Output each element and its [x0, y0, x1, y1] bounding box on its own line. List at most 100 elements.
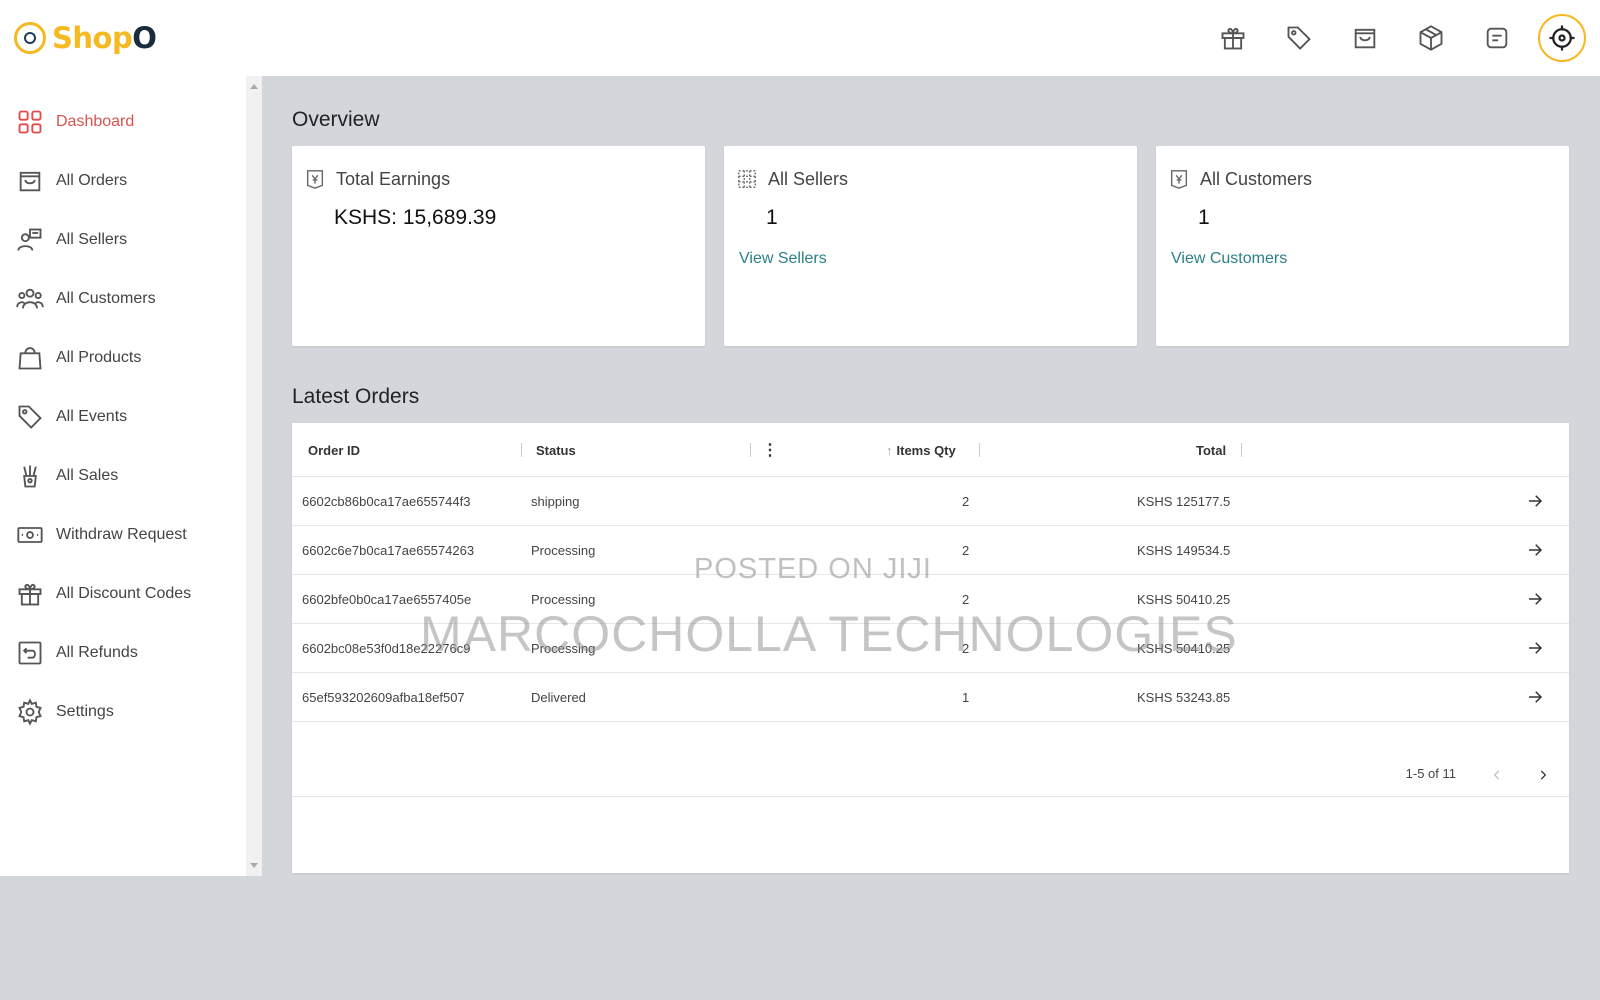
seller-icon — [17, 228, 42, 251]
sales-icon — [23, 465, 37, 487]
table-pagination: 1-5 of 11 — [292, 753, 1569, 797]
arrow-right-icon[interactable] — [1523, 489, 1547, 513]
sort-arrow-up-icon: ↑ — [886, 442, 893, 458]
arrow-right-icon[interactable] — [1523, 587, 1547, 611]
arrow-right-icon[interactable] — [1523, 538, 1547, 562]
orders-table: Order ID Status ⋮ ↑ Items Qty Total 6602… — [292, 423, 1569, 873]
card-value: 1 — [766, 206, 778, 229]
column-items-qty-sort[interactable]: ↑ Items Qty — [886, 423, 956, 477]
sidebar-item-label: Settings — [56, 702, 114, 720]
card-value: 1 — [1198, 206, 1210, 229]
package-icon[interactable] — [1412, 19, 1450, 57]
total-cell: KSHS 149534.5 — [1137, 543, 1231, 558]
overview-title: Overview — [292, 108, 380, 131]
arrow-right-icon[interactable] — [1523, 685, 1547, 709]
table-row[interactable]: 6602c6e7b0ca17ae65574263 Processing 2 KS… — [292, 526, 1569, 575]
total-cell: KSHS 50410.25 — [1137, 592, 1231, 607]
card-title: All Sellers — [768, 168, 849, 189]
sidebar-item-all-discount-codes[interactable]: All Discount Codes — [0, 564, 246, 623]
sidebar-item-dashboard[interactable]: Dashboard — [0, 92, 246, 151]
all-sellers-card: All Sellers 1 View Sellers — [724, 146, 1137, 346]
sidebar-item-label: All Sales — [56, 466, 119, 484]
all-customers-card: All Customers 1 View Customers — [1156, 146, 1569, 346]
total-cell: KSHS 50410.25 — [1137, 641, 1231, 656]
chevron-left-icon[interactable] — [1485, 763, 1509, 787]
tag-icon[interactable] — [1280, 19, 1318, 57]
header-icons — [1214, 14, 1586, 62]
sidebar-item-label: All Orders — [56, 171, 128, 189]
chevron-right-icon[interactable] — [1531, 763, 1555, 787]
table-header: Order ID Status ⋮ ↑ Items Qty Total — [292, 423, 1569, 477]
column-order-id[interactable]: Order ID — [308, 423, 360, 477]
gear-icon — [18, 697, 42, 726]
sidebar-item-all-sales[interactable]: All Sales — [0, 446, 246, 505]
order-id-cell: 6602bc08e53f0d18e22276c9 — [302, 641, 471, 656]
sidebar-item-label: All Products — [56, 348, 142, 366]
message-icon[interactable] — [1478, 19, 1516, 57]
sidebar-item-label: Dashboard — [56, 112, 135, 130]
sidebar-item-all-sellers[interactable]: All Sellers — [0, 210, 246, 269]
qty-cell: 2 — [962, 592, 970, 607]
top-header: ShopO — [0, 0, 1600, 76]
latest-orders-title: Latest Orders — [292, 385, 420, 408]
status-cell: Processing — [531, 592, 596, 607]
crosshair-avatar-icon[interactable] — [1538, 14, 1586, 62]
column-items-qty-label: Items Qty — [896, 442, 956, 458]
status-cell: Processing — [531, 641, 596, 656]
order-id-cell: 65ef593202609afba18ef507 — [302, 690, 465, 705]
sidebar-scrollbar[interactable] — [246, 76, 262, 876]
sidebar-item-settings[interactable]: Settings — [0, 682, 246, 741]
shopo-logo[interactable]: ShopO — [14, 21, 157, 55]
view-customers-link[interactable]: View Customers — [1171, 250, 1287, 268]
column-status[interactable]: Status — [536, 423, 576, 477]
money-icon — [17, 526, 43, 543]
table-row[interactable]: 6602cb86b0ca17ae655744f3 shipping 2 KSHS… — [292, 477, 1569, 526]
order-id-cell: 6602c6e7b0ca17ae65574263 — [302, 543, 475, 558]
total-cell: KSHS 125177.5 — [1137, 494, 1231, 509]
sidebar-item-all-products[interactable]: All Products — [0, 328, 246, 387]
sidebar-item-label: Withdraw Request — [56, 525, 187, 543]
sidebar-item-all-customers[interactable]: All Customers — [0, 269, 246, 328]
tag-icon — [18, 405, 42, 429]
table-row[interactable]: 6602bc08e53f0d18e22276c9 Processing 2 KS… — [292, 624, 1569, 673]
status-cell: Processing — [531, 543, 596, 558]
total-cell: KSHS 53243.85 — [1137, 690, 1231, 705]
logo-mark-icon — [14, 22, 46, 54]
table-row[interactable]: 6602bfe0b0ca17ae6557405e Processing 2 KS… — [292, 575, 1569, 624]
card-title: All Customers — [1200, 168, 1313, 189]
sidebar: Dashboard All Orders All Sellers All Cus… — [0, 76, 246, 876]
scroll-down-icon[interactable] — [250, 863, 258, 868]
scroll-up-icon[interactable] — [250, 84, 258, 89]
shopping-bag-icon[interactable] — [1346, 19, 1384, 57]
gift-icon — [18, 583, 42, 605]
status-cell: shipping — [531, 494, 580, 509]
shopping-bag-icon — [19, 171, 41, 191]
sidebar-item-label: All Events — [56, 407, 128, 425]
order-id-cell: 6602cb86b0ca17ae655744f3 — [302, 494, 471, 509]
status-cell: Delivered — [531, 690, 586, 705]
column-total[interactable]: Total — [1196, 423, 1226, 477]
dashboard-grid-icon — [18, 110, 42, 133]
currency-icon — [306, 170, 324, 189]
card-value: KSHS: 15,689.39 — [334, 206, 497, 229]
sidebar-item-all-refunds[interactable]: All Refunds — [0, 623, 246, 682]
qty-cell: 2 — [962, 543, 970, 558]
sidebar-item-label: All Customers — [56, 289, 156, 307]
card-title: Total Earnings — [336, 168, 451, 189]
grid-dots-icon — [738, 170, 756, 188]
total-earnings-card: Total Earnings KSHS: 15,689.39 — [292, 146, 705, 346]
gift-icon[interactable] — [1214, 19, 1252, 57]
sidebar-item-withdraw-request[interactable]: Withdraw Request — [0, 505, 246, 564]
arrow-right-icon[interactable] — [1523, 636, 1547, 660]
column-menu-icon[interactable]: ⋮ — [762, 423, 778, 477]
sidebar-item-all-orders[interactable]: All Orders — [0, 151, 246, 210]
sidebar-item-label: All Refunds — [56, 643, 138, 661]
sidebar-item-label: All Discount Codes — [56, 584, 192, 602]
view-sellers-link[interactable]: View Sellers — [739, 250, 827, 268]
currency-icon — [1170, 170, 1188, 189]
bag-icon — [18, 346, 42, 369]
customers-icon — [16, 288, 44, 309]
table-row[interactable]: 65ef593202609afba18ef507 Delivered 1 KSH… — [292, 673, 1569, 722]
logo-text: ShopO — [52, 21, 157, 55]
sidebar-item-all-events[interactable]: All Events — [0, 387, 246, 446]
